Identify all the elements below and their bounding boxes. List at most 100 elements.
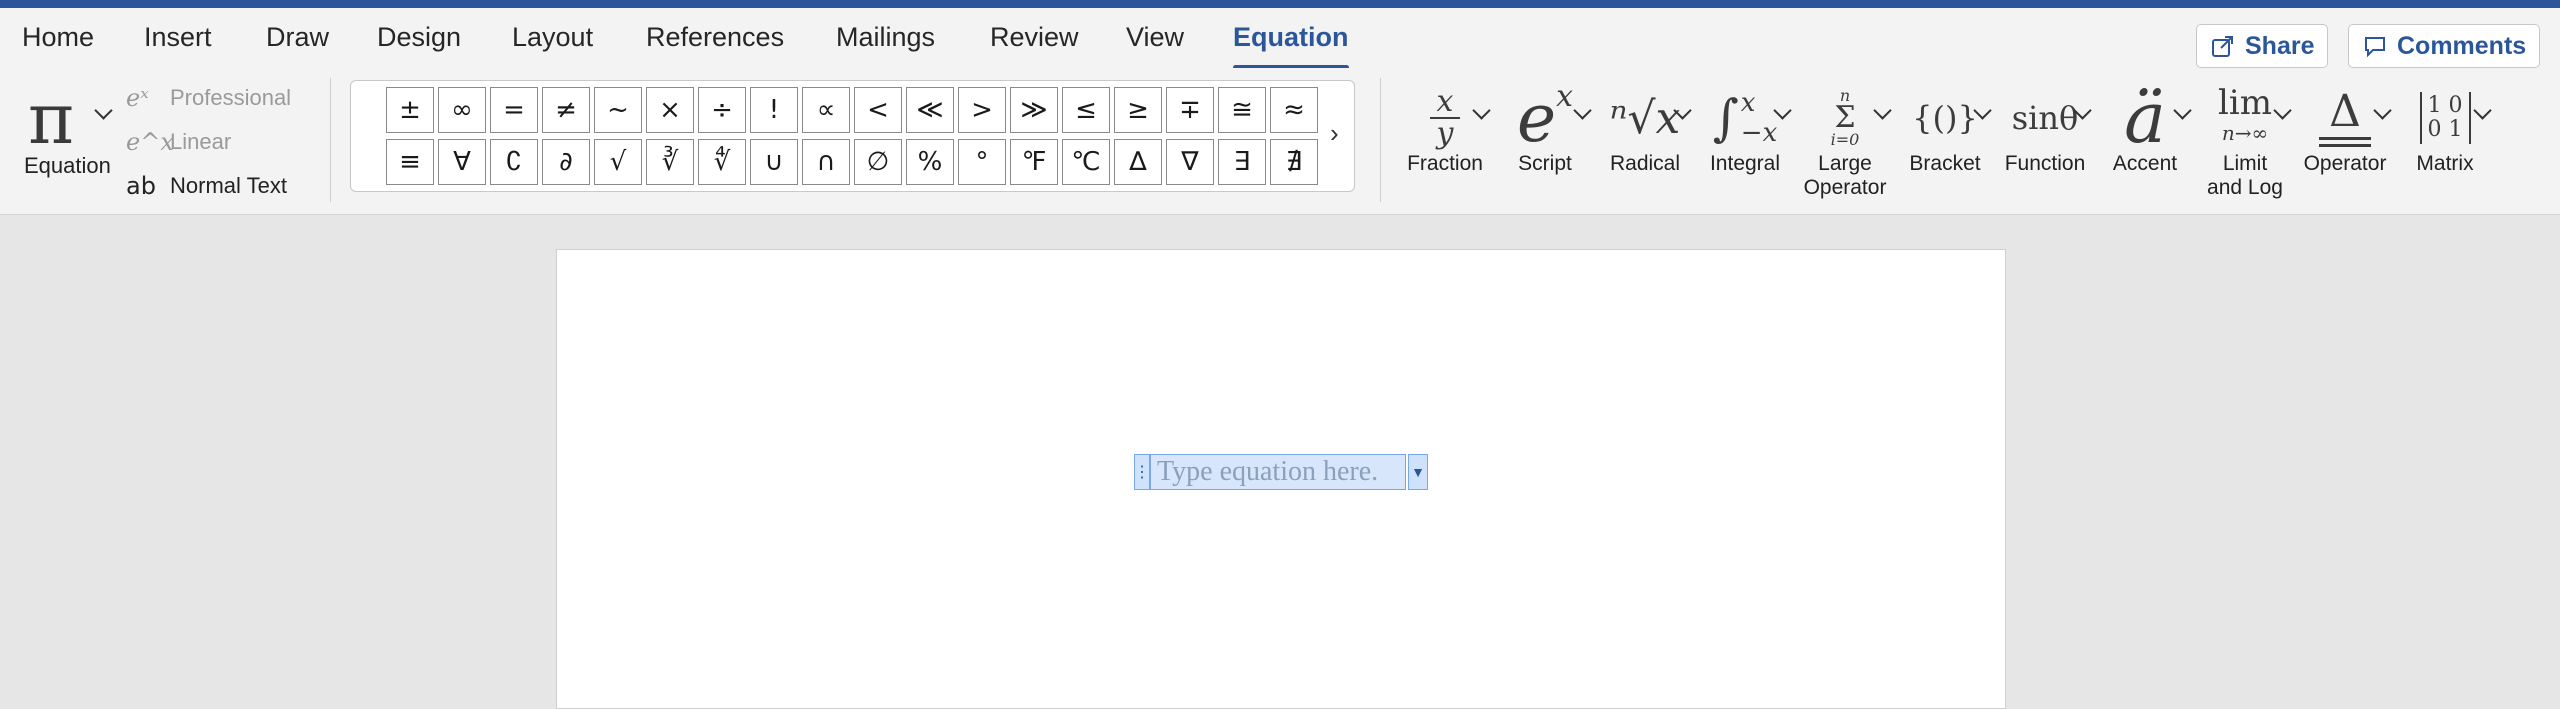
function-icon: sinθ — [2011, 99, 2079, 137]
symbol-button[interactable]: ∜ — [698, 139, 746, 185]
symbol-button[interactable]: ∂ — [542, 139, 590, 185]
symbol-button[interactable]: ℃ — [1062, 139, 1110, 185]
pi-icon: π — [28, 78, 75, 160]
symbol-button[interactable]: ∪ — [750, 139, 798, 185]
share-label: Share — [2245, 31, 2315, 60]
tab-review[interactable]: Review — [990, 22, 1079, 53]
script-button[interactable]: ex Script — [1502, 78, 1588, 208]
function-button[interactable]: sinθ Function — [2002, 78, 2088, 208]
normal-text-button[interactable]: ab Normal Text — [126, 169, 287, 203]
integral-button[interactable]: ∫ x −x Integral — [1702, 78, 1788, 208]
share-button[interactable]: Share — [2196, 24, 2328, 68]
equation-placeholder-box[interactable]: ⋮ Type equation here. ▼ — [1134, 454, 1434, 492]
gallery-more-button[interactable]: › — [1330, 118, 1339, 149]
symbol-button[interactable]: ∩ — [802, 139, 850, 185]
symbol-button[interactable]: ! — [750, 87, 798, 133]
symbol-button[interactable]: > — [958, 87, 1006, 133]
group-separator — [330, 78, 331, 202]
tab-draw[interactable]: Draw — [266, 22, 329, 53]
equation-options-dropdown-icon[interactable]: ▼ — [1408, 454, 1428, 490]
bracket-label: Bracket — [1909, 152, 1981, 175]
linear-label: Linear — [170, 129, 232, 154]
symbol-button[interactable]: ° — [958, 139, 1006, 185]
tab-design[interactable]: Design — [377, 22, 461, 53]
symbol-button[interactable]: ∆ — [1114, 139, 1162, 185]
comment-icon — [2365, 37, 2385, 58]
linear-button[interactable]: e^x Linear — [126, 125, 231, 159]
fraction-button[interactable]: x y Fraction — [1400, 78, 1490, 208]
equation-label: Equation — [24, 153, 111, 178]
normal-text-label: Normal Text — [170, 173, 287, 198]
symbol-button[interactable]: ℉ — [1010, 139, 1058, 185]
symbol-button[interactable]: ∞ — [438, 87, 486, 133]
symbol-button[interactable]: × — [646, 87, 694, 133]
symbol-button[interactable]: ∀ — [438, 139, 486, 185]
symbol-button[interactable]: ≪ — [906, 87, 954, 133]
symbol-button[interactable]: ≡ — [386, 139, 434, 185]
symbol-button[interactable]: ≥ — [1114, 87, 1162, 133]
symbol-button[interactable]: ∛ — [646, 139, 694, 185]
symbol-button[interactable]: ∓ — [1166, 87, 1214, 133]
script-icon: ex — [1517, 78, 1573, 157]
symbol-button[interactable]: ≤ — [1062, 87, 1110, 133]
fraction-label: Fraction — [1407, 152, 1483, 175]
tab-equation[interactable]: Equation — [1233, 22, 1349, 53]
professional-button[interactable]: eˣ Professional — [126, 81, 291, 115]
tab-view[interactable]: View — [1126, 22, 1184, 53]
symbol-button[interactable]: ∅ — [854, 139, 902, 185]
radical-button[interactable]: ⁿ√x Radical — [1602, 78, 1688, 208]
symbol-button[interactable]: ÷ — [698, 87, 746, 133]
tab-insert[interactable]: Insert — [144, 22, 212, 53]
tab-layout[interactable]: Layout — [512, 22, 593, 53]
group-separator — [1380, 78, 1381, 202]
symbol-button[interactable]: ≫ — [1010, 87, 1058, 133]
share-icon — [2212, 36, 2233, 57]
insert-equation-button[interactable]: π Equation — [14, 78, 122, 188]
matrix-button[interactable]: 1 00 1 Matrix — [2402, 78, 2488, 208]
equation-input[interactable]: Type equation here. — [1150, 454, 1406, 490]
operator-icon: Δ — [2302, 78, 2388, 158]
limit-icon: lim n→∞ — [2218, 83, 2272, 145]
symbol-button[interactable]: = — [490, 87, 538, 133]
symbol-button[interactable]: ∁ — [490, 139, 538, 185]
symbol-button[interactable]: ∝ — [802, 87, 850, 133]
symbol-button[interactable]: √ — [594, 139, 642, 185]
accent-label: Accent — [2112, 152, 2178, 175]
symbol-button[interactable]: % — [906, 139, 954, 185]
matrix-icon: 1 00 1 — [2402, 78, 2488, 158]
operator-button[interactable]: Δ Operator — [2302, 78, 2388, 208]
function-label: Function — [2004, 152, 2086, 175]
limit-and-log-button[interactable]: lim n→∞ Limit and Log — [2202, 78, 2288, 208]
symbol-button[interactable]: ∄ — [1270, 139, 1318, 185]
integral-icon: ∫ x −x — [1712, 88, 1778, 148]
tab-mailings[interactable]: Mailings — [836, 22, 935, 53]
symbol-button[interactable]: ≅ — [1218, 87, 1266, 133]
tab-references[interactable]: References — [646, 22, 784, 53]
linear-icon: e^x — [126, 128, 174, 156]
tab-home[interactable]: Home — [22, 22, 94, 53]
symbol-button[interactable]: < — [854, 87, 902, 133]
matrix-label: Matrix — [2416, 152, 2474, 175]
symbol-button[interactable]: ≈ — [1270, 87, 1318, 133]
window-top-bar — [0, 0, 2560, 8]
integral-label: Integral — [1709, 152, 1781, 175]
bracket-button[interactable]: {()} Bracket — [1902, 78, 1988, 208]
radical-label: Radical — [1609, 152, 1681, 175]
symbol-button[interactable]: ~ — [594, 87, 642, 133]
accent-icon: ä — [2124, 77, 2166, 159]
equation-drag-handle-icon[interactable]: ⋮ — [1134, 454, 1150, 490]
symbol-button[interactable]: ∃ — [1218, 139, 1266, 185]
large-operator-label: Large Operator — [1803, 152, 1887, 199]
symbol-button[interactable]: ≠ — [542, 87, 590, 133]
symbol-button[interactable]: ∇ — [1166, 139, 1214, 185]
script-label: Script — [1518, 152, 1572, 175]
limit-and-log-label: Limit and Log — [2207, 152, 2283, 199]
comments-button[interactable]: Comments — [2348, 24, 2540, 68]
fraction-icon: x y — [1400, 78, 1490, 158]
comments-label: Comments — [2397, 31, 2527, 60]
accent-button[interactable]: ä Accent — [2102, 77, 2188, 208]
large-operator-button[interactable]: n Σ i=0 Large Operator — [1802, 78, 1888, 208]
large-operator-icon: n Σ i=0 — [1830, 86, 1860, 149]
normal-text-icon: ab — [126, 172, 156, 200]
symbol-button[interactable]: ± — [386, 87, 434, 133]
